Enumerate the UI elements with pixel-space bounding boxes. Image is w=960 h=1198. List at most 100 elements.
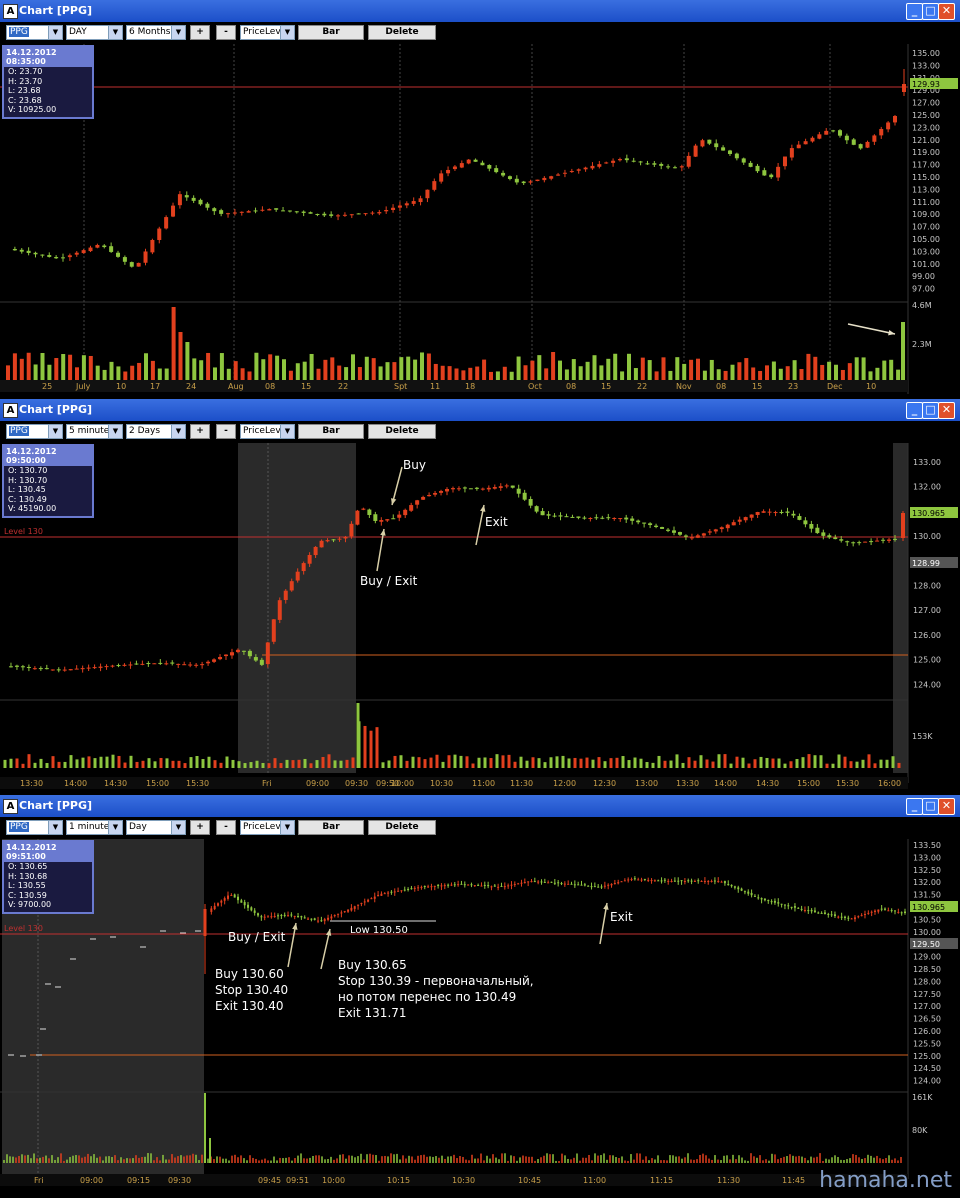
chart-area[interactable]: 135.00133.00131.00129.00127.00125.00123.…: [0, 44, 960, 398]
chevron-down-icon[interactable]: ▼: [280, 821, 294, 834]
interval-select[interactable]: DAY ▼: [66, 25, 123, 40]
zoom-out-button[interactable]: -: [216, 25, 236, 40]
close-button[interactable]: ✕: [938, 798, 955, 815]
symbol-select[interactable]: PPG ▼: [6, 424, 63, 439]
volume-bar: [21, 763, 25, 768]
zoom-in-button[interactable]: +: [190, 25, 210, 40]
volume-bar: [891, 1159, 893, 1163]
candle-body: [902, 84, 906, 92]
zoom-in-button[interactable]: +: [190, 424, 210, 439]
volume-bar: [807, 754, 811, 768]
volume-bar: [357, 1156, 359, 1163]
price-tag-label: 130.965: [912, 903, 945, 912]
volume-bar: [609, 1155, 611, 1163]
volume-bar: [891, 756, 895, 768]
volume-bar: [116, 366, 121, 382]
close-button[interactable]: ✕: [938, 3, 955, 20]
interval-select[interactable]: 5 minutes ▼: [66, 424, 123, 439]
chart-area[interactable]: Level 130133.00132.00131.00130.00129.001…: [0, 443, 960, 794]
price-chart[interactable]: Level 130133.00132.00131.00130.00129.001…: [0, 443, 960, 794]
candle-body: [847, 917, 850, 919]
chevron-down-icon[interactable]: ▼: [48, 425, 62, 438]
chevron-down-icon[interactable]: ▼: [171, 821, 185, 834]
candle-body: [673, 880, 676, 882]
candle-body: [755, 165, 760, 172]
candle-body: [597, 164, 602, 167]
zoom-out-button[interactable]: -: [216, 820, 236, 835]
chevron-down-icon[interactable]: ▼: [171, 425, 185, 438]
range-select[interactable]: Day ▼: [126, 820, 186, 835]
level-select[interactable]: PriceLeve ▼: [240, 25, 295, 40]
volume-axis-label: 161K: [912, 1093, 933, 1102]
volume-bar: [372, 1154, 374, 1163]
chevron-down-icon[interactable]: ▼: [48, 26, 62, 39]
tooltip-low: L: 130.55: [8, 881, 46, 890]
title-bar[interactable]: A Chart [PPG] _ □ ✕: [0, 795, 960, 817]
minimize-button[interactable]: _: [906, 402, 923, 419]
title-bar[interactable]: A Chart [PPG] _ □ ✕: [0, 0, 960, 22]
price-chart[interactable]: 135.00133.00131.00129.00127.00125.00123.…: [0, 44, 960, 398]
candle-body: [152, 663, 157, 665]
chevron-down-icon[interactable]: ▼: [108, 425, 122, 438]
candle-body: [122, 257, 127, 262]
chevron-down-icon[interactable]: ▼: [48, 821, 62, 834]
volume-bar: [591, 759, 595, 768]
symbol-select[interactable]: PPG ▼: [6, 25, 63, 40]
level-select[interactable]: PriceLeve ▼: [240, 820, 295, 835]
chevron-down-icon[interactable]: ▼: [280, 425, 294, 438]
zoom-out-button[interactable]: -: [216, 424, 236, 439]
minimize-button[interactable]: _: [906, 3, 923, 20]
delete-levels-button[interactable]: Delete Levels: [368, 820, 436, 845]
candle-body: [47, 255, 52, 257]
bar-type-button[interactable]: Bar: [298, 424, 364, 439]
maximize-button[interactable]: □: [922, 3, 939, 20]
candle-body: [290, 914, 293, 916]
volume-bar: [204, 1093, 206, 1163]
volume-bar: [171, 1154, 173, 1163]
bar-type-button[interactable]: Bar: [298, 820, 364, 835]
volume-bar: [33, 762, 37, 768]
price-axis-label: 111.00: [912, 198, 940, 207]
range-select[interactable]: 2 Days ▼: [126, 424, 186, 439]
candle-body: [540, 881, 543, 883]
candle-body: [480, 162, 485, 166]
bar-type-button[interactable]: Bar: [298, 25, 364, 40]
interval-select[interactable]: 1 minute ▼: [66, 820, 123, 835]
chart-area[interactable]: Level 130 133.50 133.00 132.50 132.00 131.50 1…: [0, 839, 960, 1193]
candle-body: [317, 920, 320, 922]
chevron-down-icon[interactable]: ▼: [280, 26, 294, 39]
close-button[interactable]: ✕: [938, 402, 955, 419]
candle-body: [719, 527, 724, 530]
volume-bar: [291, 760, 295, 768]
candle-body: [607, 884, 610, 886]
ohlc-tooltip: 14.12.2012 08:35:00 O: 23.70 H: 23.70 L:…: [2, 45, 94, 119]
chevron-down-icon[interactable]: ▼: [108, 821, 122, 834]
symbol-select[interactable]: PPG ▼: [6, 820, 63, 835]
maximize-button[interactable]: □: [922, 402, 939, 419]
title-bar[interactable]: A Chart [PPG] _ □ ✕: [0, 399, 960, 421]
volume-bar: [267, 763, 271, 768]
range-select[interactable]: 6 Months ▼: [126, 25, 186, 40]
volume-bar: [471, 763, 475, 768]
volume-bar: [261, 762, 265, 768]
candle-body: [230, 895, 233, 897]
candle-body: [301, 211, 306, 213]
maximize-button[interactable]: □: [922, 798, 939, 815]
delete-levels-button[interactable]: Delete Levels: [368, 424, 436, 449]
delete-levels-button[interactable]: Delete Levels: [368, 25, 436, 50]
candle-body: [98, 666, 103, 668]
candle-body: [206, 661, 211, 664]
candle-body: [723, 881, 726, 884]
volume-bar: [675, 754, 679, 768]
candle-body: [638, 161, 643, 163]
volume-bar: [61, 354, 66, 382]
price-chart[interactable]: Level 130 133.50 133.00 132.50 132.00 131.50 1…: [0, 839, 960, 1193]
price-axis-label: 130.00: [913, 928, 941, 937]
chevron-down-icon[interactable]: ▼: [171, 26, 185, 39]
candle-body: [277, 600, 282, 620]
candle-body: [753, 895, 756, 897]
minimize-button[interactable]: _: [906, 798, 923, 815]
level-select[interactable]: PriceLeve ▼: [240, 424, 295, 439]
zoom-in-button[interactable]: +: [190, 820, 210, 835]
chevron-down-icon[interactable]: ▼: [108, 26, 122, 39]
